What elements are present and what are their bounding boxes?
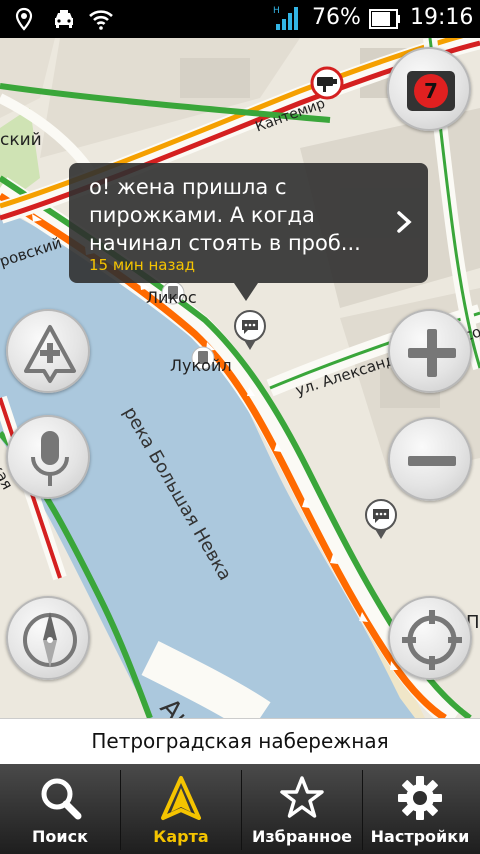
nav-favorites[interactable]: Избранное [242,764,362,854]
nav-search-label: Поиск [32,827,88,846]
my-location-button[interactable] [388,596,472,680]
bottom-navigation: Поиск Карта Избранное Настройки [0,764,480,854]
nav-favorites-label: Избранное [251,827,353,846]
compass-icon [23,612,77,668]
minus-icon [408,456,456,466]
map-label-district: ский [0,130,42,150]
svg-text:H: H [273,6,280,16]
signal-icon: H [273,6,298,30]
map-arrow-icon [161,776,201,820]
car-icon [55,10,73,28]
star-icon [280,776,324,818]
current-street-bar: Петроградская набережная [0,718,480,764]
nav-search[interactable]: Поиск [0,764,120,854]
chevron-right-icon [397,211,412,233]
search-icon [41,778,82,820]
warning-plus-icon [24,325,76,383]
compass-button[interactable] [6,596,90,680]
crosshair-icon [402,610,462,670]
popup-time-ago: 15 мин назад [89,256,196,274]
voice-search-button[interactable] [6,415,90,499]
gear-icon [398,776,442,820]
map-label-poi: Ликос [146,288,197,307]
traffic-level: 7 [424,79,438,103]
wifi-icon [89,10,113,30]
user-message-popup[interactable]: о! жена пришла с пирожками. А когда начи… [69,163,428,301]
microphone-icon [31,431,69,486]
nav-settings-label: Настройки [370,827,470,846]
current-street-name: Петроградская набережная [91,729,389,753]
status-bar: H 76% 19:16 [0,0,480,38]
traffic-light-icon: 7 [407,71,455,111]
clock: 19:16 [410,5,474,30]
battery-percent: 76% [312,5,361,30]
battery-icon [369,9,400,29]
add-road-event-button[interactable] [6,309,90,393]
location-icon [15,7,33,31]
map-label-lukoil: Лукойл [170,356,232,375]
nav-map-label: Карта [153,827,209,846]
nav-map[interactable]: Карта [121,764,241,854]
nav-settings[interactable]: Настройки [360,764,480,854]
plus-icon [408,329,456,377]
zoom-in-button[interactable] [388,309,472,393]
zoom-out-button[interactable] [388,417,472,501]
traffic-button[interactable]: 7 [387,47,471,131]
popup-message: о! жена пришла с пирожками. А когда начи… [89,175,361,255]
